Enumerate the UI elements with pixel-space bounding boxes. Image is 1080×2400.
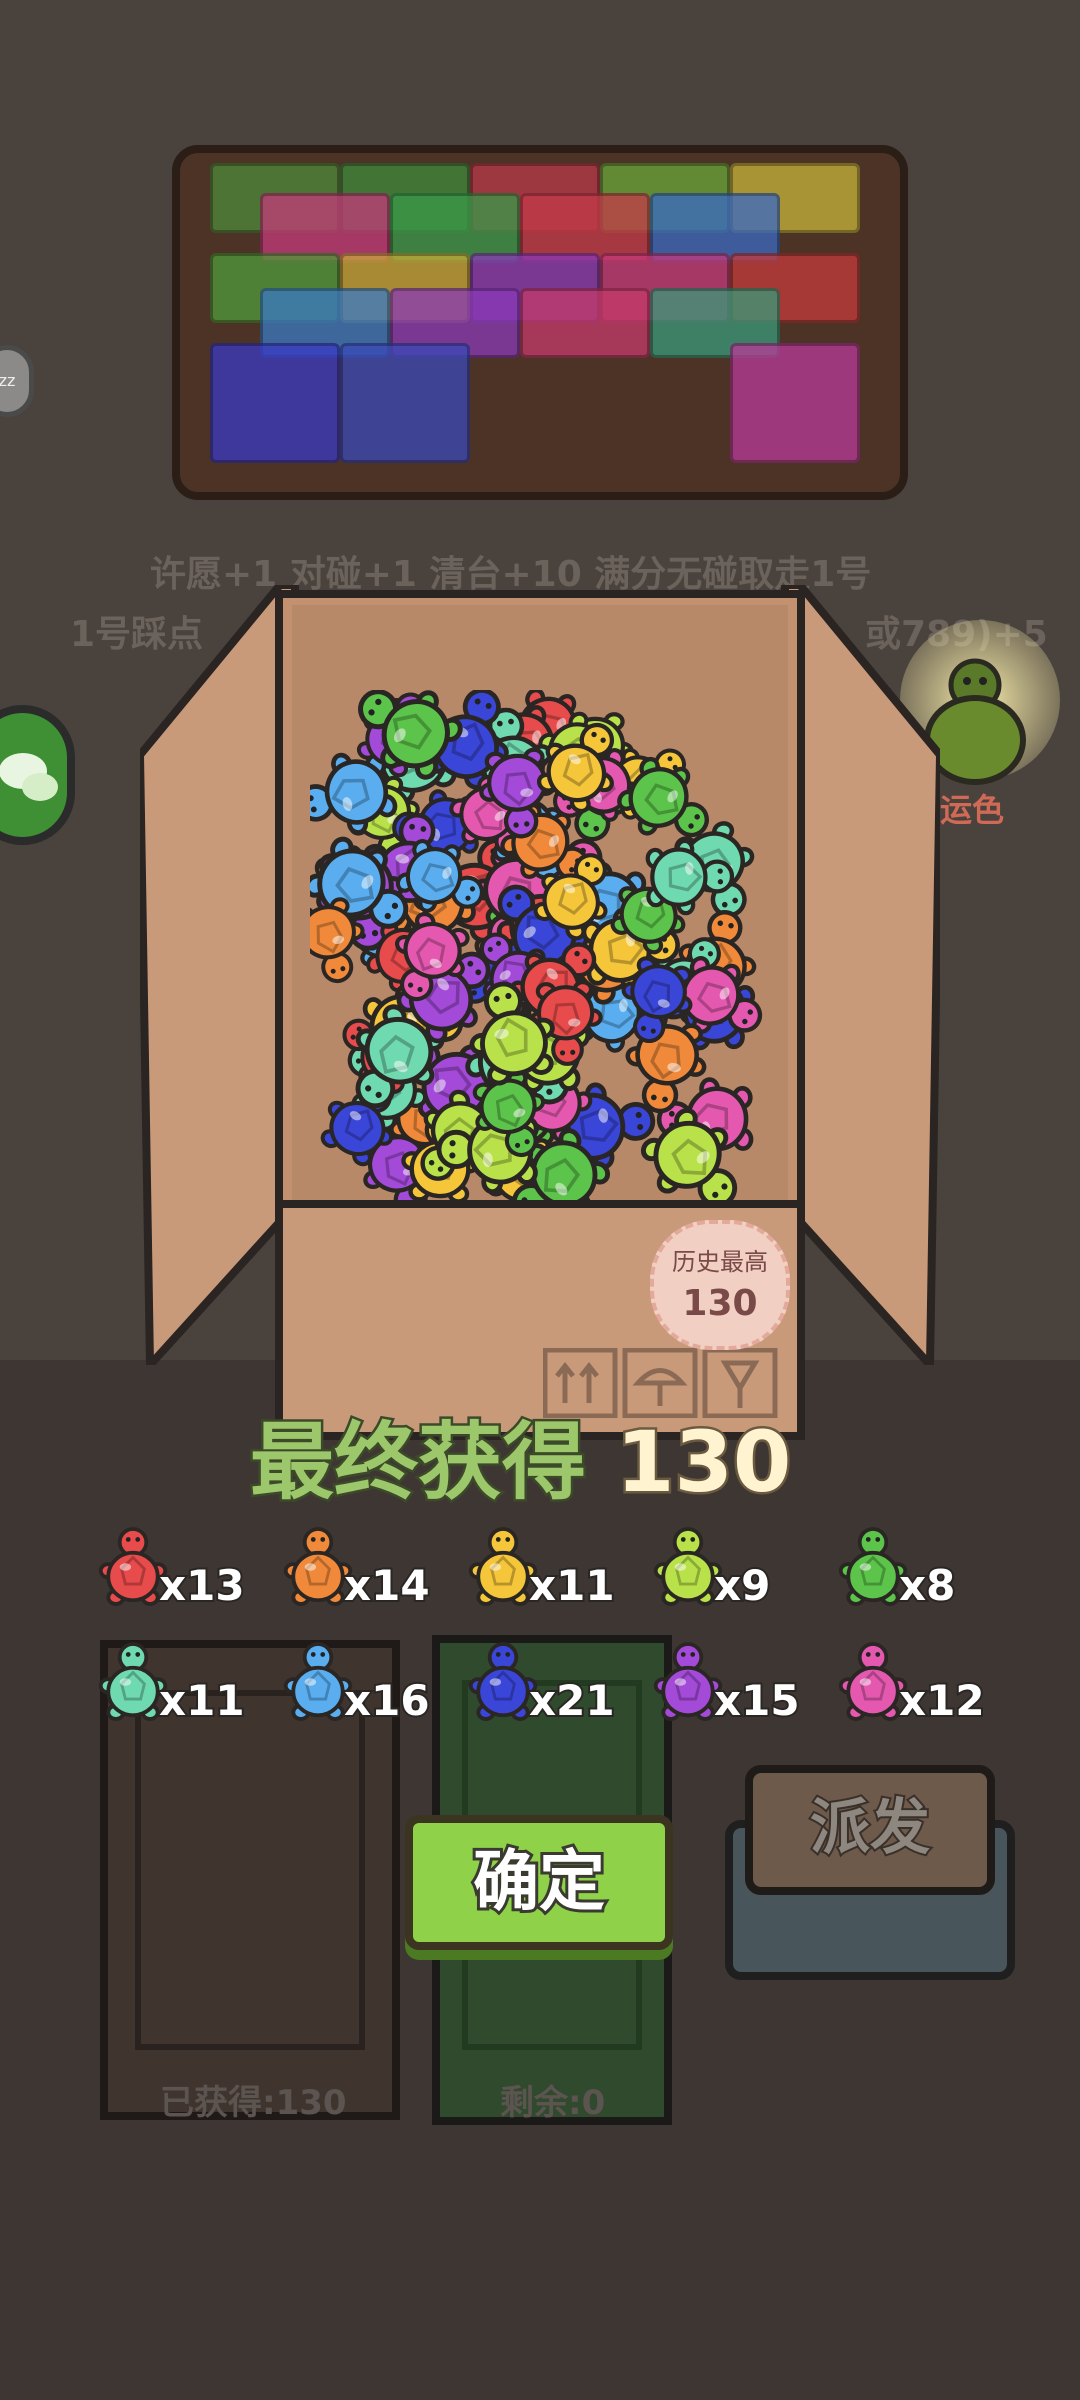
turtle-pile <box>310 690 770 1200</box>
turtle-count-value: x13 <box>157 1559 247 1612</box>
turtle-count-6: x11 <box>95 1640 265 1740</box>
turtle-count-1: x13 <box>95 1525 265 1625</box>
turtle-count-5: x8 <box>835 1525 1005 1625</box>
prize-shelf <box>172 145 908 500</box>
turtle-count-3: x11 <box>465 1525 635 1625</box>
turtle-count-value: x21 <box>527 1674 617 1727</box>
turtle-count-8: x21 <box>465 1640 635 1740</box>
dispatch-button[interactable]: 派发 <box>745 1765 995 1895</box>
wechat-share-button[interactable] <box>0 705 75 845</box>
obtained-label: 已获得:130 <box>160 2083 347 2123</box>
lucky-label: 运色 <box>940 791 1005 829</box>
pile-turtle <box>638 834 737 921</box>
obtained-bin-inner <box>135 1690 365 2050</box>
turtle-count-9: x15 <box>650 1640 820 1740</box>
record-value: 130 <box>682 1283 758 1324</box>
turtle-count-value: x11 <box>157 1674 247 1727</box>
final-score: 最终获得 130 <box>247 1395 794 1516</box>
final-score-label: 最终获得 <box>247 1411 588 1514</box>
turtle-count-value: x11 <box>527 1559 617 1612</box>
record-badge: 历史最高 130 <box>650 1220 790 1350</box>
final-score-value: 130 <box>614 1411 794 1514</box>
turtle-count-value: x8 <box>897 1559 957 1612</box>
turtle-count-value: x14 <box>342 1559 432 1612</box>
turtle-count-value: x12 <box>897 1674 987 1727</box>
turtle-count-value: x15 <box>712 1674 802 1727</box>
turtle-count-10: x12 <box>835 1640 1005 1740</box>
turtle-count-value: x16 <box>342 1674 432 1727</box>
remaining-label: 剩余:0 <box>500 2083 606 2123</box>
confirm-button[interactable]: 确定 <box>405 1815 673 1950</box>
turtle-count-2: x14 <box>280 1525 450 1625</box>
record-label: 历史最高 <box>672 1248 768 1276</box>
turtle-count-7: x16 <box>280 1640 450 1740</box>
turtle-count-value: x9 <box>712 1559 772 1612</box>
wechat-icon <box>0 753 58 801</box>
turtle-count-4: x9 <box>650 1525 820 1625</box>
